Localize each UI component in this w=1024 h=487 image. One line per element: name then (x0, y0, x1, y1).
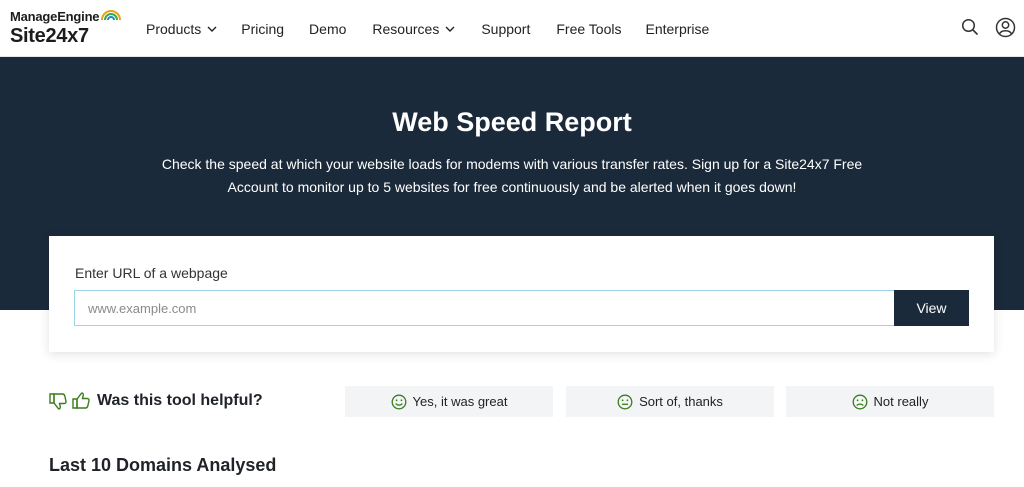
view-button[interactable]: View (894, 290, 969, 326)
nav-demo-label: Demo (309, 20, 347, 37)
feedback-sort-of-button[interactable]: Sort of, thanks (566, 386, 774, 417)
last-domains-heading: Last 10 Domains Analysed (49, 455, 277, 475)
search-icon[interactable] (961, 18, 979, 36)
chevron-down-icon (445, 26, 455, 32)
nav-resources[interactable]: Resources (372, 0, 455, 57)
thumbs-down-icon (49, 393, 67, 410)
smile-icon (391, 394, 406, 409)
page-title: Web Speed Report (392, 107, 632, 137)
nav-enterprise-label: Enterprise (645, 20, 710, 37)
user-icon[interactable] (995, 17, 1016, 38)
logo-brand-text: ManageEngine (10, 9, 100, 24)
nav-enterprise[interactable]: Enterprise (645, 0, 709, 57)
feedback-not-really-button[interactable]: Not really (786, 386, 994, 417)
nav-resources-label: Resources (372, 20, 440, 37)
nav-products-label: Products (146, 20, 202, 37)
url-form-card: Enter URL of a webpage View (49, 236, 994, 352)
nav-support[interactable]: Support (481, 0, 530, 57)
url-input[interactable] (74, 290, 894, 326)
feedback-yes-label: Yes, it was great (412, 394, 508, 409)
feedback-yes-button[interactable]: Yes, it was great (345, 386, 553, 417)
nav-pricing[interactable]: Pricing (241, 0, 284, 57)
logo-product-text: Site24x7 (10, 25, 89, 47)
thumbs-up-icon (72, 392, 90, 409)
nav-products[interactable]: Products (146, 0, 217, 57)
sad-face-icon (852, 394, 867, 409)
logo-arc-icon (101, 10, 121, 21)
url-input-label: Enter URL of a webpage (75, 265, 228, 281)
nav-pricing-label: Pricing (241, 20, 285, 37)
feedback-thumbs (48, 391, 91, 411)
nav-free-tools[interactable]: Free Tools (556, 0, 621, 57)
feedback-not-really-label: Not really (873, 394, 929, 409)
site24x7-logo[interactable]: ManageEngine Site24x7 (10, 8, 121, 50)
nav-support-label: Support (481, 20, 531, 37)
nav-free-tools-label: Free Tools (556, 20, 622, 37)
neutral-face-icon (617, 394, 633, 409)
main-nav: Products Pricing Demo Resources Support … (146, 0, 709, 57)
site-header: ManageEngine Site24x7 Products Pricing D… (0, 0, 1024, 57)
nav-demo[interactable]: Demo (309, 0, 346, 57)
feedback-question: Was this tool helpful? (97, 392, 263, 409)
chevron-down-icon (207, 26, 217, 32)
feedback-sort-of-label: Sort of, thanks (639, 394, 723, 409)
hero-description: Check the speed at which your website lo… (161, 156, 863, 195)
